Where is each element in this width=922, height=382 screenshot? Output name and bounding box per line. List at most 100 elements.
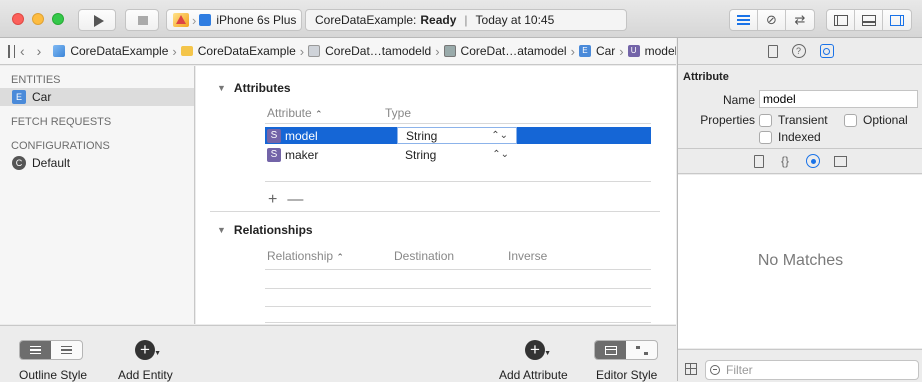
entity-row-car[interactable]: E Car bbox=[0, 88, 194, 106]
related-items-icon[interactable] bbox=[8, 44, 15, 58]
breadcrumb-label: CoreDat…tamodeld bbox=[325, 44, 432, 58]
library-filter-field[interactable]: Filter bbox=[705, 360, 919, 380]
file-template-library-icon[interactable] bbox=[754, 154, 764, 168]
graph-style-button[interactable] bbox=[626, 341, 657, 359]
filter-icon bbox=[710, 365, 720, 375]
toggle-debug-area-button[interactable] bbox=[855, 10, 883, 30]
version-editor-button[interactable]: ⇄ bbox=[786, 10, 814, 30]
chevron-right-icon: › bbox=[192, 12, 197, 28]
toggle-utilities-button[interactable] bbox=[883, 10, 911, 30]
grid-view-icon[interactable] bbox=[685, 363, 697, 375]
inspector-tabs: ? bbox=[678, 38, 922, 65]
breadcrumb-label: CoreDataExample bbox=[70, 44, 169, 58]
column-header-type[interactable]: Type bbox=[385, 106, 411, 120]
breadcrumb-label: CoreDat…atamodel bbox=[460, 44, 567, 58]
flat-list-icon bbox=[30, 346, 41, 354]
disclosure-triangle-icon[interactable]: ▼ bbox=[217, 225, 226, 235]
attribute-name[interactable]: model bbox=[285, 129, 397, 143]
outline-style-label: Outline Style bbox=[19, 368, 88, 382]
file-inspector-icon[interactable] bbox=[767, 44, 778, 58]
add-entity-label: Add Entity bbox=[118, 368, 173, 382]
breadcrumb-folder[interactable]: CoreDataExample › bbox=[180, 44, 308, 59]
flat-outline-button[interactable] bbox=[20, 341, 51, 359]
data-model-icon bbox=[443, 45, 456, 57]
attribute-type-value: String bbox=[405, 147, 437, 162]
close-window-button[interactable] bbox=[12, 13, 24, 25]
attribute-row-maker[interactable]: S maker String ⌃⌄ bbox=[265, 146, 651, 163]
breadcrumb-project[interactable]: CoreDataExample › bbox=[53, 44, 180, 59]
section-divider bbox=[210, 211, 660, 212]
utilities-panel-icon bbox=[890, 14, 904, 26]
chevron-right-icon: › bbox=[435, 43, 440, 59]
attribute-type-popup[interactable]: String ⌃⌄ bbox=[397, 127, 517, 144]
attribute-name[interactable]: maker bbox=[285, 148, 397, 162]
object-library-icon[interactable] bbox=[806, 154, 820, 168]
forward-arrow-icon[interactable]: › bbox=[37, 43, 42, 59]
chevron-right-icon: › bbox=[619, 43, 624, 59]
divider bbox=[265, 181, 651, 182]
checkbox-label: Transient bbox=[778, 113, 828, 127]
toggle-navigator-button[interactable] bbox=[827, 10, 855, 30]
checkbox-box bbox=[759, 130, 772, 144]
library-tabs: {} bbox=[678, 148, 922, 174]
add-attribute-button[interactable]: + ▼ bbox=[525, 340, 551, 360]
column-header-destination[interactable]: Destination bbox=[394, 249, 454, 263]
standard-editor-icon bbox=[737, 15, 750, 25]
add-entity-button[interactable]: + ▼ bbox=[135, 340, 161, 360]
library-filter-bar: Filter bbox=[678, 349, 922, 381]
code-snippet-library-icon[interactable]: {} bbox=[778, 154, 792, 168]
data-model-inspector-icon[interactable] bbox=[819, 44, 834, 58]
status-state: Ready bbox=[420, 13, 457, 27]
column-header-inverse[interactable]: Inverse bbox=[508, 249, 547, 263]
transient-checkbox[interactable]: Transient bbox=[759, 113, 828, 127]
breadcrumb-attribute[interactable]: Umodel bbox=[627, 44, 676, 58]
status-divider: | bbox=[464, 13, 468, 27]
scheme-selector[interactable]: › iPhone 6s Plus bbox=[166, 9, 302, 31]
graph-style-icon bbox=[635, 345, 648, 355]
remove-attribute-minus-button[interactable]: — bbox=[287, 191, 313, 208]
add-attribute-label: Add Attribute bbox=[499, 368, 568, 382]
breadcrumb-label: CoreDataExample bbox=[197, 44, 296, 58]
attribute-name-field[interactable] bbox=[759, 90, 918, 108]
attribute-type-value: String bbox=[406, 128, 438, 143]
stop-button[interactable] bbox=[125, 9, 159, 31]
attribute-icon: U bbox=[627, 45, 640, 57]
divider bbox=[265, 306, 651, 307]
chevron-right-icon: › bbox=[570, 43, 575, 59]
checkbox-box bbox=[759, 113, 772, 127]
attributes-section-header[interactable]: ▼ Attributes bbox=[217, 81, 291, 95]
assistant-editor-button[interactable]: ⊘ bbox=[758, 10, 786, 30]
breadcrumb-entity[interactable]: E Car › bbox=[578, 43, 628, 59]
minimize-window-button[interactable] bbox=[32, 13, 44, 25]
back-arrow-icon[interactable]: ‹ bbox=[20, 43, 25, 59]
folder-icon bbox=[180, 46, 193, 56]
breadcrumb-label: model bbox=[644, 44, 676, 58]
column-header-relationship[interactable]: Relationship ⌃ bbox=[267, 249, 344, 263]
updown-arrows-icon: ⌃⌄ bbox=[492, 149, 509, 160]
column-header-attribute[interactable]: Attribute ⌃ bbox=[267, 106, 323, 120]
hierarchical-outline-button[interactable] bbox=[51, 341, 82, 359]
quick-help-icon[interactable]: ? bbox=[791, 44, 806, 58]
indexed-checkbox[interactable]: Indexed bbox=[759, 130, 821, 144]
media-library-icon[interactable] bbox=[834, 155, 847, 167]
attribute-row-model[interactable]: S model String ⌃⌄ bbox=[265, 127, 651, 144]
relationships-section-header[interactable]: ▼ Relationships bbox=[217, 223, 313, 237]
attribute-type-popup[interactable]: String ⌃⌄ bbox=[397, 146, 517, 163]
run-button[interactable] bbox=[78, 9, 116, 31]
column-header-label: Relationship bbox=[267, 249, 334, 263]
breadcrumb-xcdatamodeld[interactable]: CoreDat…tamodeld › bbox=[308, 44, 443, 59]
zoom-window-button[interactable] bbox=[52, 13, 64, 25]
table-style-button[interactable] bbox=[595, 341, 626, 359]
add-attribute-plus-button[interactable]: + bbox=[268, 191, 287, 208]
utilities-inspector: ? Attribute Name Properties Transient Op… bbox=[677, 38, 922, 381]
string-attribute-icon: S bbox=[267, 147, 281, 162]
disclosure-triangle-icon[interactable]: ▼ bbox=[217, 83, 226, 93]
configuration-row-default[interactable]: C Default bbox=[0, 154, 194, 172]
configuration-icon: C bbox=[12, 156, 26, 170]
divider bbox=[265, 288, 651, 289]
breadcrumb-xcdatamodel[interactable]: CoreDat…atamodel › bbox=[443, 43, 579, 59]
standard-editor-button[interactable] bbox=[730, 10, 758, 30]
navigator-panel-icon bbox=[833, 14, 848, 26]
optional-checkbox[interactable]: Optional bbox=[844, 113, 908, 127]
view-toggle-control bbox=[826, 9, 912, 31]
